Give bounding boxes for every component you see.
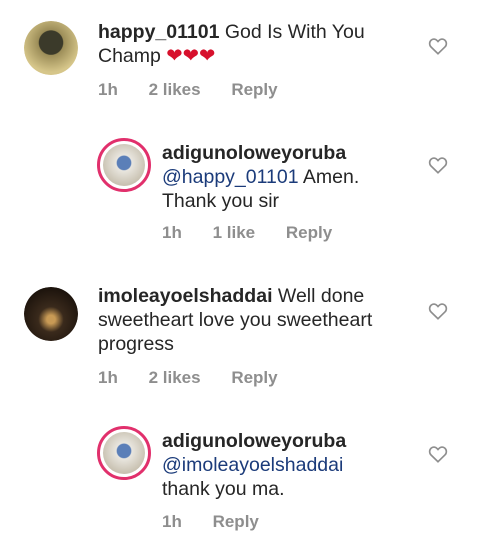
likes-count[interactable]: 2 likes bbox=[149, 80, 201, 99]
avatar[interactable] bbox=[24, 21, 78, 75]
reply-comment-item: adigunoloweyoruba @imoleayoelshaddai tha… bbox=[0, 418, 480, 539]
reply-button[interactable]: Reply bbox=[286, 223, 332, 242]
heart-outline-icon[interactable] bbox=[428, 445, 448, 463]
mention-link[interactable]: @imoleayoelshaddai bbox=[162, 454, 343, 476]
comment-body: adigunoloweyoruba @imoleayoelshaddai tha… bbox=[162, 429, 412, 501]
comment-username[interactable]: imoleayoelshaddai bbox=[98, 285, 272, 307]
comment-meta: 1h 2 likes Reply bbox=[98, 80, 304, 100]
heart-outline-icon[interactable] bbox=[428, 156, 448, 174]
comment-text: thank you ma. bbox=[162, 478, 285, 500]
comment-time: 1h bbox=[98, 368, 118, 387]
comment-item: imoleayoelshaddai Well done sweetheart l… bbox=[0, 270, 480, 400]
comment-item: happy_01101 God Is With You Champ ❤❤❤ 1h… bbox=[0, 0, 480, 110]
comment-meta: 1h Reply bbox=[162, 512, 285, 532]
comment-username[interactable]: happy_01101 bbox=[98, 21, 219, 43]
comment-meta: 1h 2 likes Reply bbox=[98, 368, 304, 388]
comment-username[interactable]: adigunoloweyoruba bbox=[162, 142, 346, 164]
comment-body: imoleayoelshaddai Well done sweetheart l… bbox=[98, 284, 408, 356]
likes-count[interactable]: 2 likes bbox=[149, 368, 201, 387]
reply-button[interactable]: Reply bbox=[213, 512, 259, 531]
mention-link[interactable]: @happy_01101 bbox=[162, 166, 299, 188]
avatar[interactable] bbox=[24, 287, 78, 341]
heart-outline-icon[interactable] bbox=[428, 37, 448, 55]
comment-body: happy_01101 God Is With You Champ ❤❤❤ bbox=[98, 20, 398, 68]
comment-time: 1h bbox=[162, 223, 182, 242]
comment-time: 1h bbox=[162, 512, 182, 531]
comment-time: 1h bbox=[98, 80, 118, 99]
reply-button[interactable]: Reply bbox=[231, 368, 277, 387]
reply-comment-item: adigunoloweyoruba @happy_01101 Amen. Tha… bbox=[0, 130, 480, 250]
heart-outline-icon[interactable] bbox=[428, 302, 448, 320]
comment-body: adigunoloweyoruba @happy_01101 Amen. Tha… bbox=[162, 141, 412, 213]
comment-username[interactable]: adigunoloweyoruba bbox=[162, 430, 346, 452]
avatar[interactable] bbox=[97, 426, 151, 480]
avatar[interactable] bbox=[97, 138, 151, 192]
heart-emoji: ❤❤❤ bbox=[166, 45, 216, 67]
reply-button[interactable]: Reply bbox=[231, 80, 277, 99]
comment-meta: 1h 1 like Reply bbox=[162, 223, 358, 243]
likes-count[interactable]: 1 like bbox=[213, 223, 256, 242]
